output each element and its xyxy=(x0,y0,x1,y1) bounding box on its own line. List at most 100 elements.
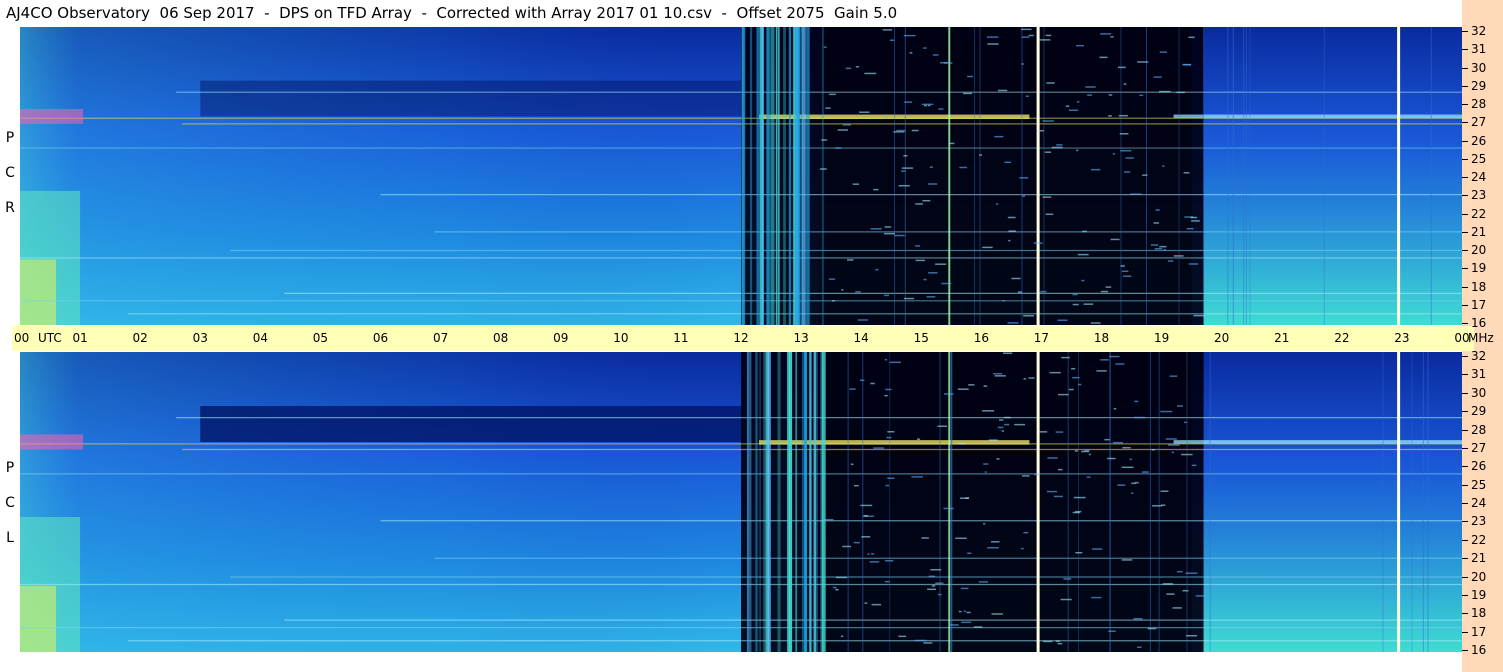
speckle xyxy=(923,642,933,644)
speckle xyxy=(828,278,836,280)
speckle xyxy=(979,154,982,156)
speckle xyxy=(1045,213,1054,216)
speckle xyxy=(867,553,870,555)
speckle xyxy=(1001,430,1004,432)
vertical-streak xyxy=(750,27,753,325)
speckle xyxy=(983,522,986,525)
speckle xyxy=(932,54,939,56)
cb-band-early xyxy=(20,108,84,124)
speckle xyxy=(884,580,890,583)
speckle xyxy=(1053,495,1064,498)
bright-vertical-line xyxy=(1397,27,1401,325)
vertical-streak xyxy=(804,352,807,652)
speckle xyxy=(1090,322,1101,324)
speckle xyxy=(828,93,836,96)
speckle xyxy=(1108,115,1112,117)
utc-tick-label: 16 xyxy=(973,331,989,345)
speckle xyxy=(869,561,880,563)
speckle xyxy=(887,430,895,433)
speckle xyxy=(1068,109,1079,112)
speckle xyxy=(842,124,852,126)
frequency-tick-label: 31 xyxy=(1462,43,1486,55)
speckle xyxy=(1153,76,1162,78)
speckle xyxy=(1086,476,1091,478)
speckle xyxy=(1160,410,1173,413)
vertical-streak xyxy=(796,27,801,325)
vertical-streak xyxy=(760,27,763,325)
speckle xyxy=(901,167,914,169)
speckle xyxy=(832,586,837,589)
speckle xyxy=(1160,490,1169,492)
speckle xyxy=(1155,209,1160,211)
speckle xyxy=(864,514,868,517)
daytime-core-region xyxy=(819,352,1192,652)
speckle xyxy=(1063,578,1072,580)
faint-vertical xyxy=(1232,27,1234,325)
vertical-streak xyxy=(763,352,766,652)
speckle xyxy=(898,184,910,187)
speckle xyxy=(884,116,888,119)
speckle xyxy=(903,34,916,37)
speckle xyxy=(997,89,1008,92)
speckle xyxy=(1021,28,1032,31)
speckle xyxy=(1065,105,1070,107)
speckle xyxy=(930,568,942,571)
vertical-streak xyxy=(806,27,810,325)
speckle xyxy=(1025,95,1029,97)
rcp-letter-c: C xyxy=(5,165,15,181)
lcp-spectrogram xyxy=(20,352,1462,652)
speckle xyxy=(1172,607,1182,609)
speckle xyxy=(1167,260,1174,262)
speckle xyxy=(1121,466,1134,469)
speckle xyxy=(1113,441,1124,444)
speckle xyxy=(923,278,927,281)
frequency-tick-label: 19 xyxy=(1462,262,1486,274)
frequency-tick-label: 32 xyxy=(1462,350,1486,362)
speckle xyxy=(1165,438,1177,440)
speckle xyxy=(1082,230,1087,233)
rcp-letter-p: P xyxy=(5,130,15,146)
speckle xyxy=(1122,446,1131,449)
green-vertical-line xyxy=(948,27,951,325)
faint-vertical xyxy=(904,27,906,325)
faint-vertical xyxy=(979,27,981,325)
speckle xyxy=(911,476,923,478)
faint-vertical xyxy=(1149,352,1151,652)
speckle xyxy=(1120,265,1125,267)
speckle xyxy=(1028,34,1034,37)
vertical-streak xyxy=(747,352,752,652)
cb-band-evening xyxy=(1173,440,1462,444)
speckle xyxy=(1033,242,1043,244)
frequency-tick-label: 32 xyxy=(1462,25,1486,37)
speckle xyxy=(1039,431,1048,433)
frequency-tick-label: 21 xyxy=(1462,552,1486,564)
vertical-streak xyxy=(797,27,799,325)
utc-tick-label: 23 xyxy=(1394,331,1410,345)
speckle xyxy=(886,436,892,439)
rcp-label-strip: P C R xyxy=(0,27,20,325)
faint-vertical xyxy=(1158,352,1160,652)
faint-vertical xyxy=(1245,27,1247,325)
speckle xyxy=(1193,314,1205,317)
speckle xyxy=(955,537,967,540)
speckle xyxy=(986,36,999,38)
speckle xyxy=(1173,255,1184,257)
speckle xyxy=(1061,356,1070,359)
frequency-tick-label: 25 xyxy=(1462,479,1486,491)
speckle xyxy=(860,504,873,507)
speckle xyxy=(963,610,967,613)
speckle xyxy=(1046,490,1058,493)
utc-tick-label: 21 xyxy=(1274,331,1290,345)
frequency-tick-label: 24 xyxy=(1462,171,1486,183)
faint-vertical xyxy=(1427,352,1429,652)
faint-vertical xyxy=(1120,27,1122,325)
frequency-tick-label: 17 xyxy=(1462,299,1486,311)
vertical-streak xyxy=(770,27,775,325)
speckle xyxy=(958,610,962,613)
speckle xyxy=(1139,94,1144,97)
speckle xyxy=(1021,36,1030,38)
cb-band-day xyxy=(759,440,1030,445)
speckle xyxy=(894,234,905,237)
utc-tick-label: 09 xyxy=(553,331,569,345)
speckle xyxy=(1046,82,1055,84)
